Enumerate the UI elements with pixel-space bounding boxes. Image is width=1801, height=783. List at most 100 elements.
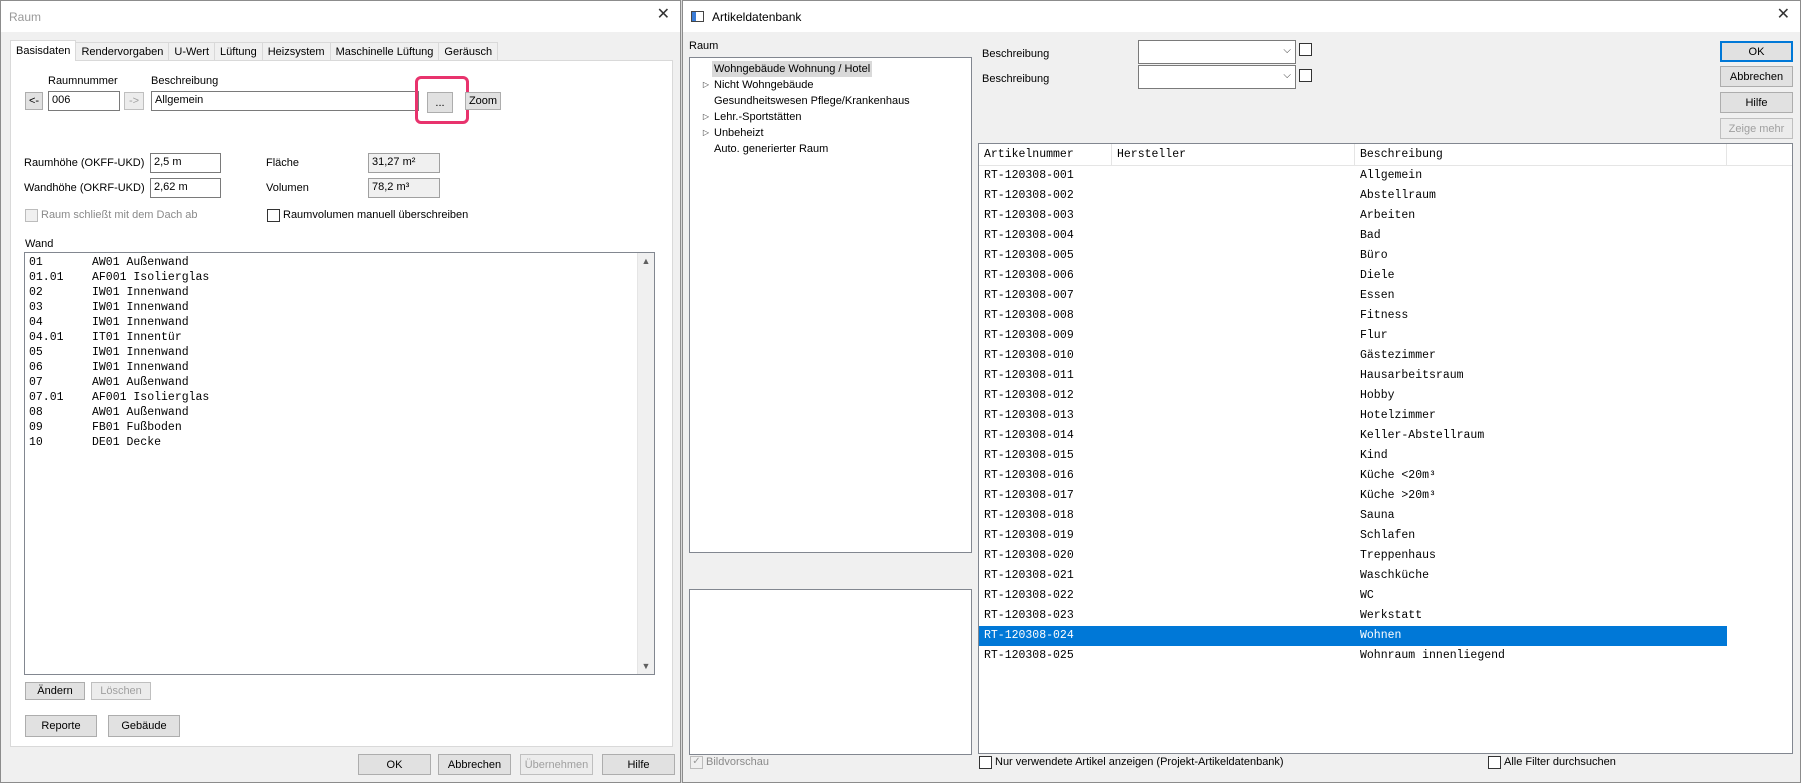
table-row[interactable]: RT-120308-010 Gästezimmer bbox=[979, 346, 1727, 366]
wall-list[interactable]: 01 AW01 Außenwand 01.01 AF001 Isolierglas 02… bbox=[24, 252, 655, 675]
nur-verwendete-checkbox[interactable] bbox=[979, 756, 992, 769]
zeige-mehr-button[interactable]: Zeige mehr bbox=[1720, 118, 1793, 139]
filter1-select[interactable]: ⌵ bbox=[1138, 40, 1296, 64]
list-item[interactable]: 01.01 AF001 Isolierglas bbox=[29, 270, 650, 285]
list-item[interactable]: 09 FB01 Fußboden bbox=[29, 420, 650, 435]
tree-item[interactable]: ▷ Unbeheizt bbox=[690, 125, 971, 141]
wall-list-scrollbar[interactable]: ▲ ▼ bbox=[637, 253, 654, 674]
list-item[interactable]: 02 IW01 Innenwand bbox=[29, 285, 650, 300]
table-row[interactable]: RT-120308-006 Diele bbox=[979, 266, 1727, 286]
expand-arrow-icon[interactable]: ▷ bbox=[700, 125, 712, 141]
tree-item-label: Auto. generierter Raum bbox=[714, 143, 829, 155]
list-item[interactable]: 03 IW01 Innenwand bbox=[29, 300, 650, 315]
table-row[interactable]: RT-120308-009 Flur bbox=[979, 326, 1727, 346]
raum-uebernehmen-button[interactable]: Übernehmen bbox=[520, 754, 593, 775]
prev-room-button[interactable]: <- bbox=[25, 92, 43, 110]
column-header-beschreibung[interactable]: Beschreibung bbox=[1355, 144, 1727, 165]
column-header-hersteller[interactable]: Hersteller bbox=[1112, 144, 1355, 165]
close-icon[interactable]: ✕ bbox=[657, 7, 670, 23]
table-row[interactable]: RT-120308-004 Bad bbox=[979, 226, 1727, 246]
table-row[interactable]: RT-120308-017 Küche >20m³ bbox=[979, 486, 1727, 506]
table-row[interactable]: RT-120308-013 Hotelzimmer bbox=[979, 406, 1727, 426]
loeschen-button[interactable]: Löschen bbox=[91, 682, 151, 700]
list-item[interactable]: 04 IW01 Innenwand bbox=[29, 315, 650, 330]
list-item[interactable]: 07 AW01 Außenwand bbox=[29, 375, 650, 390]
tree-item[interactable]: Wohngebäude Wohnung / Hotel bbox=[690, 61, 971, 77]
zoom-button[interactable]: Zoom bbox=[465, 92, 501, 110]
article-grid[interactable]: Artikelnummer Hersteller Beschreibung RT… bbox=[978, 143, 1793, 754]
dach-label: Raum schließt mit dem Dach ab bbox=[41, 209, 198, 221]
scroll-up-icon[interactable]: ▲ bbox=[638, 253, 654, 269]
table-row[interactable]: RT-120308-012 Hobby bbox=[979, 386, 1727, 406]
volumen-manuell-checkbox[interactable] bbox=[267, 209, 280, 222]
tree-item[interactable]: Gesundheitswesen Pflege/Krankenhaus bbox=[690, 93, 971, 109]
raum-titlebar[interactable]: Raum ✕ bbox=[1, 1, 680, 32]
table-row[interactable]: RT-120308-018 Sauna bbox=[979, 506, 1727, 526]
browse-button[interactable]: ... bbox=[427, 92, 453, 113]
category-tree[interactable]: Wohngebäude Wohnung / Hotel ▷ Nicht Wohnge… bbox=[689, 57, 972, 553]
table-row[interactable]: RT-120308-024 Wohnen bbox=[979, 626, 1727, 646]
raum-ok-button[interactable]: OK bbox=[358, 754, 431, 775]
artikel-hilfe-button[interactable]: Hilfe bbox=[1720, 92, 1793, 113]
tab-geräusch[interactable]: Geräusch bbox=[438, 42, 499, 61]
raum-abbrechen-button[interactable]: Abbrechen bbox=[438, 754, 511, 775]
artikel-titlebar[interactable]: Artikeldatenbank ✕ bbox=[683, 1, 1800, 32]
table-row[interactable]: RT-120308-016 Küche <20m³ bbox=[979, 466, 1727, 486]
list-item[interactable]: 10 DE01 Decke bbox=[29, 435, 650, 450]
artikel-ok-button[interactable]: OK bbox=[1720, 41, 1793, 62]
table-row[interactable]: RT-120308-019 Schlafen bbox=[979, 526, 1727, 546]
table-row[interactable]: RT-120308-002 Abstellraum bbox=[979, 186, 1727, 206]
artikel-abbrechen-button[interactable]: Abbrechen bbox=[1720, 66, 1793, 87]
expand-arrow-icon[interactable]: ▷ bbox=[700, 109, 712, 125]
beschreibung-input[interactable]: Allgemein bbox=[151, 91, 419, 111]
tab-u-wert[interactable]: U-Wert bbox=[168, 42, 216, 61]
list-item[interactable]: 01 AW01 Außenwand bbox=[29, 255, 650, 270]
table-row[interactable]: RT-120308-025 Wohnraum innenliegend bbox=[979, 646, 1727, 666]
table-row[interactable]: RT-120308-005 Büro bbox=[979, 246, 1727, 266]
expand-arrow-icon[interactable]: ▷ bbox=[700, 77, 712, 93]
list-item[interactable]: 08 AW01 Außenwand bbox=[29, 405, 650, 420]
table-row[interactable]: RT-120308-011 Hausarbeitsraum bbox=[979, 366, 1727, 386]
list-item[interactable]: 05 IW01 Innenwand bbox=[29, 345, 650, 360]
raumnummer-input[interactable]: 006 bbox=[48, 91, 120, 111]
table-row[interactable]: RT-120308-014 Keller-Abstellraum bbox=[979, 426, 1727, 446]
filter1-checkbox[interactable] bbox=[1299, 43, 1312, 56]
next-room-button[interactable]: -> bbox=[124, 92, 144, 110]
tab-lüftung[interactable]: Lüftung bbox=[214, 42, 263, 61]
table-row[interactable]: RT-120308-023 Werkstatt bbox=[979, 606, 1727, 626]
table-row[interactable]: RT-120308-020 Treppenhaus bbox=[979, 546, 1727, 566]
table-row[interactable]: RT-120308-021 Waschküche bbox=[979, 566, 1727, 586]
list-item[interactable]: 06 IW01 Innenwand bbox=[29, 360, 650, 375]
tab-basisdaten[interactable]: Basisdaten bbox=[10, 40, 77, 61]
bildvorschau-checkbox[interactable]: ✓ bbox=[690, 756, 703, 769]
table-row[interactable]: RT-120308-007 Essen bbox=[979, 286, 1727, 306]
filter2-select[interactable]: ⌵ bbox=[1138, 65, 1296, 89]
scroll-down-icon[interactable]: ▼ bbox=[638, 658, 654, 674]
reporte-button[interactable]: Reporte bbox=[25, 715, 97, 737]
table-row[interactable]: RT-120308-015 Kind bbox=[979, 446, 1727, 466]
cell-hersteller bbox=[1112, 526, 1355, 546]
dach-checkbox[interactable] bbox=[25, 209, 38, 222]
tab-maschinelle-lüftung[interactable]: Maschinelle Lüftung bbox=[329, 42, 440, 61]
table-row[interactable]: RT-120308-003 Arbeiten bbox=[979, 206, 1727, 226]
table-row[interactable]: RT-120308-022 WC bbox=[979, 586, 1727, 606]
wall-name: IW01 Innenwand bbox=[92, 346, 189, 359]
list-item[interactable]: 07.01 AF001 Isolierglas bbox=[29, 390, 650, 405]
table-row[interactable]: RT-120308-001 Allgemein bbox=[979, 166, 1727, 186]
list-item[interactable]: 04.01 IT01 Innentür bbox=[29, 330, 650, 345]
tree-item[interactable]: ▷ Lehr.-Sportstätten bbox=[690, 109, 971, 125]
wandhoehe-input[interactable]: 2,62 m bbox=[150, 178, 221, 198]
gebaeude-button[interactable]: Gebäude bbox=[108, 715, 180, 737]
tree-item[interactable]: ▷ Nicht Wohngebäude bbox=[690, 77, 971, 93]
table-row[interactable]: RT-120308-008 Fitness bbox=[979, 306, 1727, 326]
raum-hilfe-button[interactable]: Hilfe bbox=[602, 754, 675, 775]
close-icon[interactable]: ✕ bbox=[1777, 7, 1790, 23]
tab-rendervorgaben[interactable]: Rendervorgaben bbox=[75, 42, 170, 61]
aendern-button[interactable]: Ändern bbox=[25, 682, 85, 700]
filter2-checkbox[interactable] bbox=[1299, 69, 1312, 82]
tree-item[interactable]: Auto. generierter Raum bbox=[690, 141, 971, 157]
raumhoehe-input[interactable]: 2,5 m bbox=[150, 153, 221, 173]
alle-filter-checkbox[interactable] bbox=[1488, 756, 1501, 769]
tab-heizsystem[interactable]: Heizsystem bbox=[261, 42, 331, 61]
column-header-artikelnummer[interactable]: Artikelnummer bbox=[979, 144, 1112, 165]
